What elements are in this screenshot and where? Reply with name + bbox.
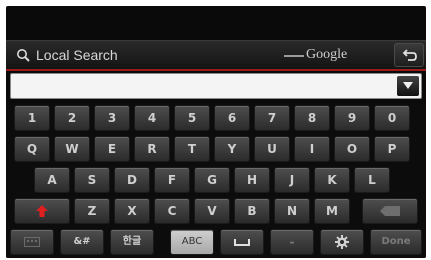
key-t[interactable]: T [174, 136, 210, 162]
key-7[interactable]: 7 [254, 105, 290, 131]
key-0[interactable]: 0 [374, 105, 410, 131]
key-l[interactable]: L [354, 167, 390, 193]
key-z[interactable]: Z [74, 198, 110, 224]
key-u[interactable]: U [254, 136, 290, 162]
key-y[interactable]: Y [214, 136, 250, 162]
key-4[interactable]: 4 [134, 105, 170, 131]
key-w[interactable]: W [54, 136, 90, 162]
backspace-key[interactable] [362, 198, 418, 224]
accent-divider [6, 69, 426, 71]
korean-key[interactable]: 한글 [110, 229, 154, 255]
triangle-down-icon [403, 82, 413, 89]
header-bar: Local Search Google [6, 40, 426, 69]
key-j[interactable]: J [274, 167, 310, 193]
back-icon [402, 49, 417, 61]
key-9[interactable]: 9 [334, 105, 370, 131]
local-search-screen: Local Search Google 1 2 3 4 5 6 7 8 9 0 … [6, 6, 426, 258]
on-screen-keyboard: 1 2 3 4 5 6 7 8 9 0 Q W E R T Y U I O P … [6, 103, 426, 258]
search-input[interactable] [10, 73, 422, 99]
key-n[interactable]: N [274, 198, 310, 224]
dash-key[interactable]: - [270, 229, 314, 255]
key-c[interactable]: C [154, 198, 190, 224]
provider-label: Google [306, 47, 348, 62]
done-key[interactable]: Done [370, 229, 422, 255]
key-1[interactable]: 1 [14, 105, 50, 131]
key-m[interactable]: M [314, 198, 350, 224]
settings-key[interactable] [320, 229, 364, 255]
key-q[interactable]: Q [14, 136, 50, 162]
dropdown-button[interactable] [397, 76, 419, 96]
key-2[interactable]: 2 [54, 105, 90, 131]
keyboard-icon [24, 237, 40, 247]
key-b[interactable]: B [234, 198, 270, 224]
search-icon [17, 49, 30, 62]
space-icon [234, 239, 250, 246]
key-a[interactable]: A [34, 167, 70, 193]
key-e[interactable]: E [94, 136, 130, 162]
key-v[interactable]: V [194, 198, 230, 224]
key-x[interactable]: X [114, 198, 150, 224]
page-title: Local Search [36, 47, 118, 63]
provider-decor [284, 55, 304, 57]
keyboard-hide-key[interactable] [10, 229, 54, 255]
key-i[interactable]: I [294, 136, 330, 162]
key-f[interactable]: F [154, 167, 190, 193]
key-5[interactable]: 5 [174, 105, 210, 131]
shift-key[interactable] [14, 198, 70, 224]
abc-key[interactable]: ABC [170, 229, 214, 255]
key-h[interactable]: H [234, 167, 270, 193]
key-p[interactable]: P [374, 136, 410, 162]
key-s[interactable]: S [74, 167, 110, 193]
key-g[interactable]: G [194, 167, 230, 193]
key-6[interactable]: 6 [214, 105, 250, 131]
key-3[interactable]: 3 [94, 105, 130, 131]
symbols-key[interactable]: &# [60, 229, 104, 255]
gear-icon [335, 235, 349, 249]
shift-arrow-icon [36, 205, 48, 217]
key-o[interactable]: O [334, 136, 370, 162]
space-key[interactable] [220, 229, 264, 255]
key-8[interactable]: 8 [294, 105, 330, 131]
backspace-icon [380, 206, 400, 216]
key-k[interactable]: K [314, 167, 350, 193]
back-button[interactable] [394, 43, 424, 67]
key-r[interactable]: R [134, 136, 170, 162]
key-d[interactable]: D [114, 167, 150, 193]
